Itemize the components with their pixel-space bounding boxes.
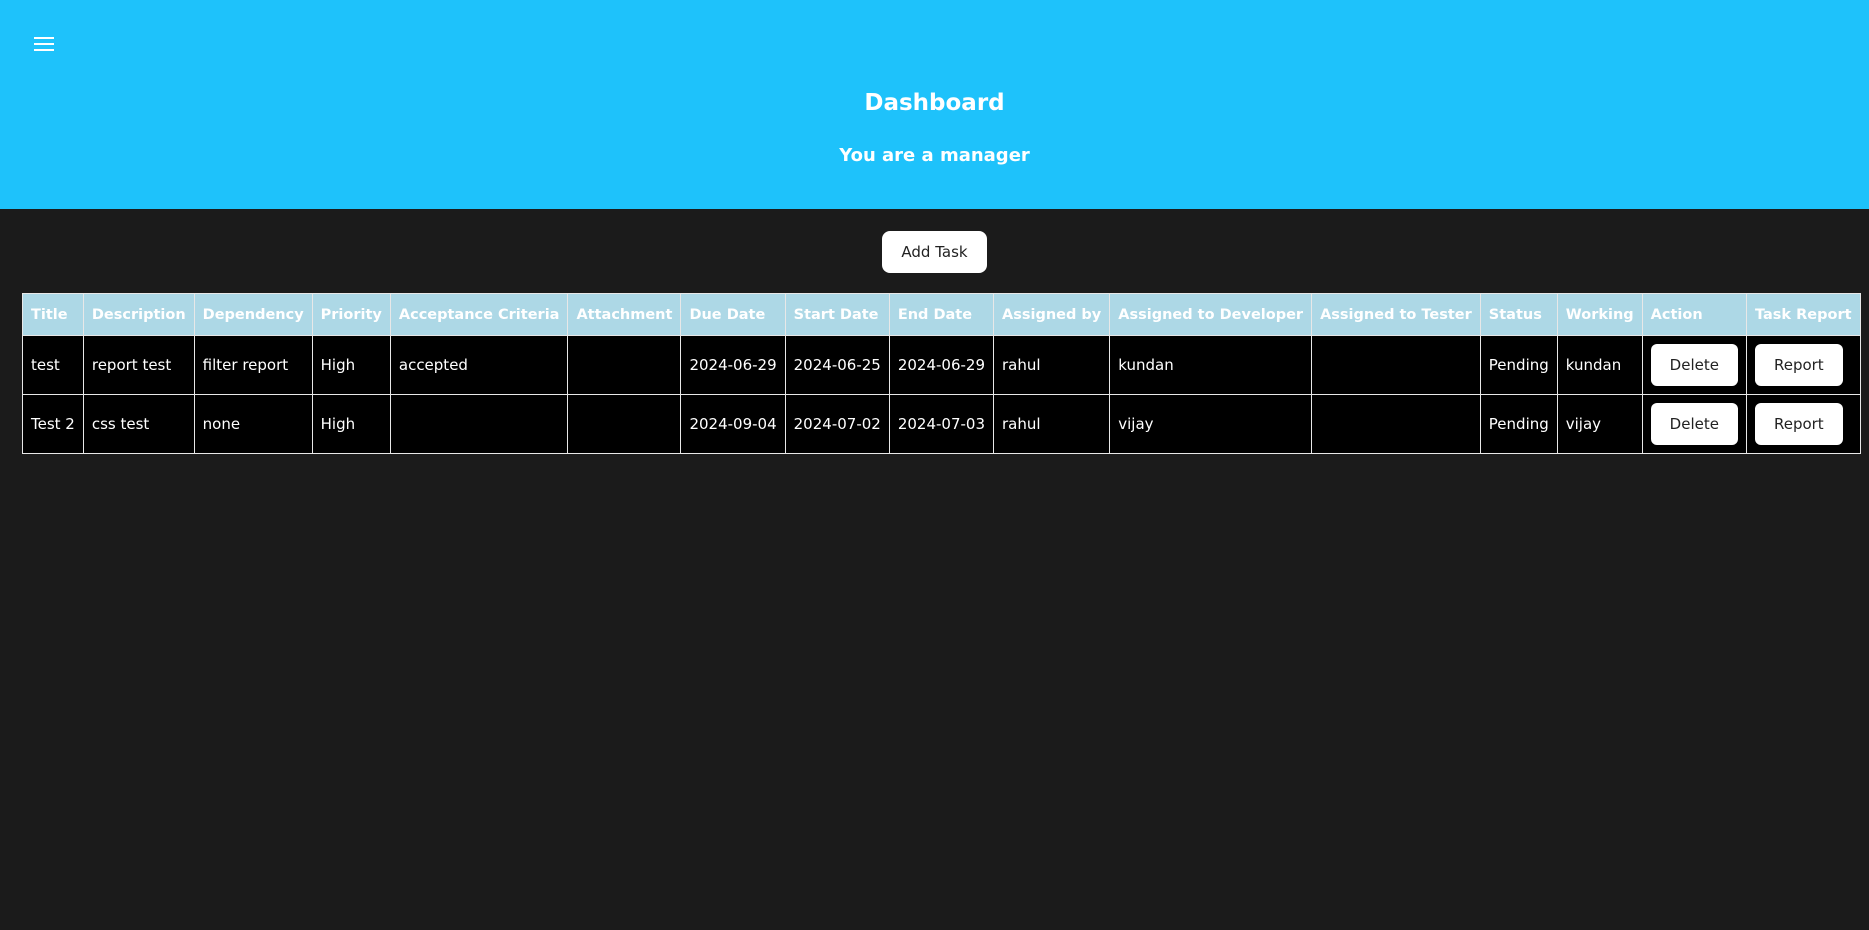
role-subtitle: You are a manager [839,145,1030,166]
column-header-action: Action [1641,293,1747,336]
cell-attachment [567,335,682,395]
cell-action: Delete [1641,335,1747,395]
cell-dependency: filter report [193,335,313,395]
column-header-end-date: End Date [888,293,995,336]
column-header-status: Status [1479,293,1558,336]
cell-assigned-by: rahul [993,394,1111,454]
cell-priority: High [311,335,391,395]
cell-working: kundan [1556,335,1643,395]
cell-title: test [22,335,84,395]
cell-assigned-by: rahul [993,335,1111,395]
cell-description: css test [82,394,195,454]
column-header-task-report: Task Report [1745,293,1861,336]
menu-line [34,49,54,51]
cell-assigned-tester [1311,394,1481,454]
column-header-assigned-by: Assigned by [993,293,1111,336]
cell-assigned-tester [1311,335,1481,395]
column-header-title: Title [22,293,84,336]
menu-line [34,43,54,45]
cell-end-date: 2024-06-29 [888,335,995,395]
column-header-dependency: Dependency [193,293,313,336]
cell-task-report: Report [1745,335,1861,395]
cell-status: Pending [1479,394,1558,454]
column-header-due-date: Due Date [680,293,786,336]
column-header-assigned-developer: Assigned to Developer [1109,293,1313,336]
cell-start-date: 2024-07-02 [784,394,890,454]
cell-dependency: none [193,394,313,454]
dashboard-header: Dashboard You are a manager [0,0,1869,209]
column-header-description: Description [82,293,195,336]
cell-description: report test [82,335,195,395]
report-button[interactable]: Report [1754,344,1843,386]
cell-due-date: 2024-09-04 [680,394,786,454]
table-row: Test 2 css test none High 2024-09-04 202… [22,394,1861,454]
column-header-start-date: Start Date [784,293,890,336]
cell-acceptance-criteria [389,394,569,454]
column-header-attachment: Attachment [567,293,682,336]
cell-end-date: 2024-07-03 [888,394,995,454]
column-header-working: Working [1556,293,1643,336]
cell-due-date: 2024-06-29 [680,335,786,395]
cell-start-date: 2024-06-25 [784,335,890,395]
cell-working: vijay [1556,394,1643,454]
delete-button[interactable]: Delete [1650,403,1738,445]
page-title: Dashboard [864,90,1005,116]
column-header-assigned-tester: Assigned to Tester [1311,293,1481,336]
tasks-table: Title Description Dependency Priority Ac… [22,293,1861,454]
cell-assigned-developer: vijay [1109,394,1313,454]
cell-task-report: Report [1745,394,1861,454]
column-header-acceptance-criteria: Acceptance Criteria [389,293,569,336]
hamburger-menu-icon[interactable] [30,32,58,56]
table-row: test report test filter report High acce… [22,335,1861,395]
report-button[interactable]: Report [1754,403,1843,445]
cell-priority: High [311,394,391,454]
cell-attachment [567,394,682,454]
actions-bar: Add Task [0,231,1869,273]
column-header-priority: Priority [311,293,391,336]
menu-line [34,37,54,39]
delete-button[interactable]: Delete [1650,344,1738,386]
cell-assigned-developer: kundan [1109,335,1313,395]
cell-status: Pending [1479,335,1558,395]
cell-acceptance-criteria: accepted [389,335,569,395]
cell-action: Delete [1641,394,1747,454]
cell-title: Test 2 [22,394,84,454]
add-task-button[interactable]: Add Task [882,231,987,273]
table-header-row: Title Description Dependency Priority Ac… [22,293,1861,336]
